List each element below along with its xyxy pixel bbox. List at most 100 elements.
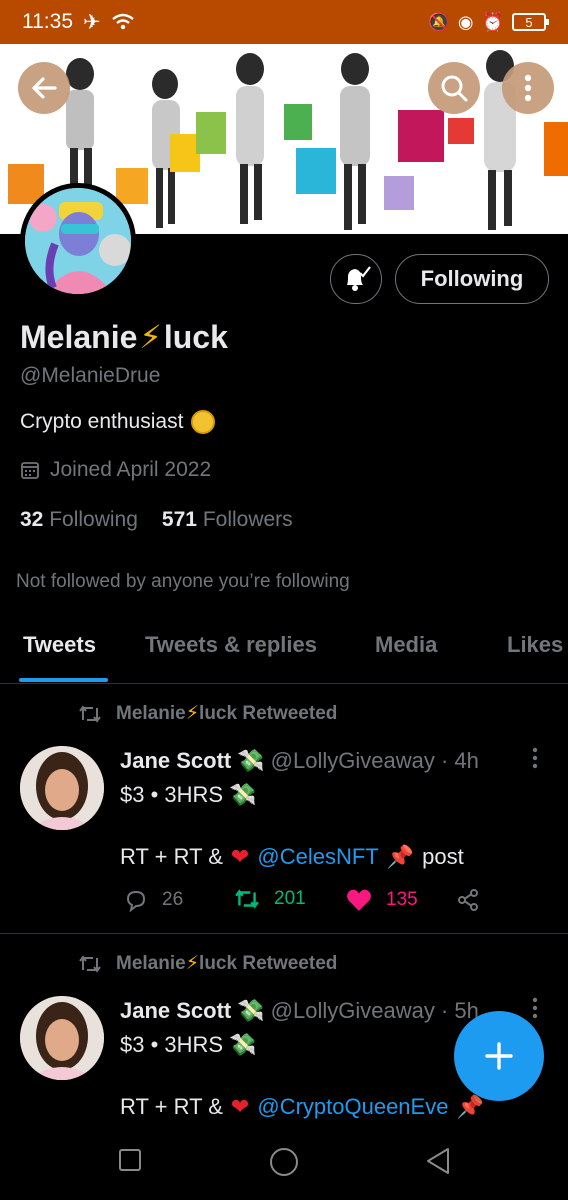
- reply-count: 26: [162, 889, 184, 910]
- tweet-text-price: $3 • 3HRS: [120, 1032, 224, 1057]
- retweet-icon: [79, 704, 101, 723]
- notifications-subscribe-button[interactable]: [330, 254, 382, 304]
- tweet-text-price: $3 • 3HRS: [120, 782, 224, 807]
- following-count: 32: [20, 508, 44, 531]
- bio-text: Crypto enthusiast: [20, 410, 184, 433]
- retweeted-by: Melanie⚡luck Retweeted: [78, 702, 337, 725]
- retweet-button[interactable]: 201: [234, 888, 306, 910]
- share-icon: [458, 889, 478, 911]
- tweet-handle-time: @LollyGiveaway · 4h: [270, 748, 479, 773]
- money-emoji: 💸: [237, 998, 265, 1023]
- lock-icon: ◉: [457, 11, 474, 32]
- profile-avatar[interactable]: [20, 183, 136, 299]
- lightning-emoji: ⚡: [185, 953, 200, 974]
- retweeter-name: Melanie: [116, 703, 186, 724]
- retweet-icon: [235, 889, 259, 909]
- followers-stat[interactable]: 571 Followers: [162, 508, 293, 532]
- retweet-count: 201: [274, 888, 306, 909]
- tweet-text-line1: $3 • 3HRS 💸: [120, 1032, 257, 1058]
- tweet-text-line2: RT + RT & ❤ @CelesNFT 📌 post: [120, 844, 464, 870]
- mute-icon: 🔕: [427, 11, 450, 32]
- tweet-author-avatar[interactable]: [20, 996, 104, 1080]
- tweet-mention[interactable]: @CryptoQueenEve: [257, 1094, 448, 1120]
- nav-home-icon: [270, 1148, 298, 1176]
- followers-label: Followers: [202, 508, 293, 531]
- battery-icon: 5: [512, 13, 549, 31]
- display-name: Melanie ⚡ luck: [20, 318, 228, 356]
- money-emoji: 💸: [229, 1032, 257, 1057]
- nav-back-button[interactable]: [424, 1146, 452, 1181]
- author-avatar-image: [20, 996, 104, 1080]
- more-vertical-icon: [524, 74, 532, 102]
- reply-button[interactable]: 26: [124, 888, 183, 912]
- status-time: 11:35: [22, 10, 73, 33]
- back-arrow-icon: [32, 77, 57, 99]
- like-count: 135: [386, 889, 418, 910]
- tweet-author-avatar[interactable]: [20, 746, 104, 830]
- tweet-text-end: post: [422, 844, 464, 869]
- search-icon: [441, 75, 468, 102]
- tweet-actions: 26 201 135: [120, 888, 520, 918]
- compose-tweet-button[interactable]: [454, 1011, 544, 1101]
- tweet-author-name[interactable]: Jane Scott: [120, 748, 231, 774]
- tab-tweets-replies[interactable]: Tweets & replies: [145, 632, 317, 658]
- following-label: Following: [49, 508, 138, 531]
- tweet-more-icon[interactable]: [528, 746, 542, 770]
- retweeted-by: Melanie⚡luck Retweeted: [78, 952, 337, 975]
- profile-handle: @MelanieDrue: [20, 364, 161, 387]
- joined-date: Joined April 2022: [20, 458, 211, 482]
- back-button[interactable]: [18, 62, 70, 114]
- airplane-icon: ✈: [83, 10, 101, 34]
- retweeted-label: luck Retweeted: [199, 703, 338, 724]
- nav-back-icon: [427, 1148, 449, 1174]
- tweet-header: Jane Scott 💸 @LollyGiveaway · 4h: [120, 748, 479, 774]
- tab-tweets[interactable]: Tweets: [23, 632, 96, 658]
- tweet-text-line2: RT + RT & ❤ @CryptoQueenEve 📌: [120, 1094, 484, 1120]
- like-button[interactable]: 135: [346, 888, 418, 912]
- tab-media[interactable]: Media: [375, 632, 437, 658]
- tweet-mention[interactable]: @CelesNFT: [257, 844, 378, 870]
- bell-subscribed-icon: [347, 266, 371, 291]
- tweet-text-rt: RT + RT &: [120, 1094, 223, 1119]
- tweet-header: Jane Scott 💸 @LollyGiveaway · 5h: [120, 998, 479, 1024]
- battery-level: 5: [525, 14, 533, 30]
- author-avatar-image: [20, 746, 104, 830]
- pin-emoji: 📌: [386, 844, 415, 869]
- active-tab-indicator: [19, 678, 108, 682]
- profile-tabs: Tweets Tweets & replies Media Likes: [0, 612, 568, 684]
- tab-likes[interactable]: Likes: [507, 632, 563, 658]
- display-name-second: luck: [163, 318, 228, 355]
- lightning-emoji: ⚡: [139, 319, 162, 355]
- tweet[interactable]: Melanie⚡luck Retweeted Jane Scott 💸 @Lol…: [0, 684, 568, 934]
- tweet-more-icon[interactable]: [528, 996, 542, 1020]
- joined-text: Joined April 2022: [50, 458, 212, 481]
- lightning-emoji: ⚡: [185, 703, 200, 724]
- retweet-icon: [79, 954, 101, 973]
- calendar-icon: [21, 462, 39, 479]
- heart-emoji: ❤: [230, 844, 250, 869]
- avatar-image: [25, 188, 131, 294]
- money-emoji: 💸: [229, 782, 257, 807]
- following-button[interactable]: Following: [395, 254, 549, 304]
- search-button[interactable]: [428, 62, 480, 114]
- tweet-author-name[interactable]: Jane Scott: [120, 998, 231, 1024]
- followers-count: 571: [161, 508, 197, 531]
- reply-icon: [126, 890, 146, 912]
- alarm-icon: ⏰: [481, 11, 504, 32]
- like-icon: [347, 889, 371, 911]
- system-nav-bar: [0, 1130, 568, 1200]
- status-bar: 11:35 ✈ 🔕 ◉ ⏰ 5: [0, 0, 568, 44]
- not-followed-note: Not followed by anyone you’re following: [16, 571, 350, 592]
- more-options-button[interactable]: [502, 62, 554, 114]
- nav-recents-button[interactable]: [118, 1148, 142, 1177]
- following-stat[interactable]: 32 Following: [20, 508, 138, 532]
- money-emoji: 💸: [237, 748, 265, 773]
- pin-emoji: 📌: [456, 1094, 484, 1119]
- share-button[interactable]: [456, 888, 480, 912]
- nav-home-button[interactable]: [268, 1146, 300, 1183]
- tweet-text-rt: RT + RT &: [120, 844, 223, 869]
- profile-bio: Crypto enthusiast: [20, 410, 216, 434]
- tweet-handle-time: @LollyGiveaway · 5h: [270, 998, 479, 1023]
- wifi-icon: [111, 13, 134, 30]
- compose-plus-icon: [485, 1042, 513, 1070]
